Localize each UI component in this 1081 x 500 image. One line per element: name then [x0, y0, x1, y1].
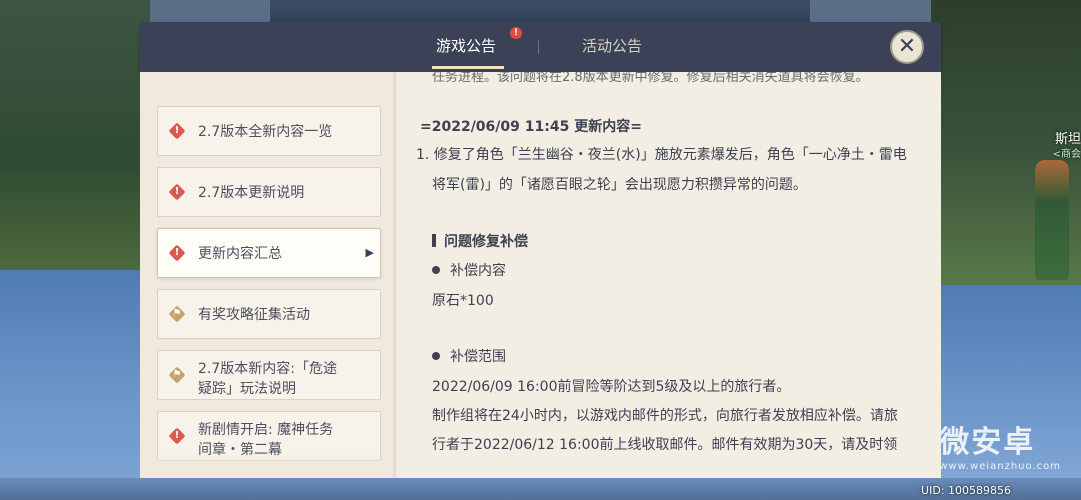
content-fade	[396, 454, 941, 478]
announcement-content[interactable]: 任务进程。该问题将在2.8版本更新中修复。修复后相关消失道具将会恢复。 =202…	[396, 72, 941, 478]
watermark: 微安卓 www.weianzhuo.com	[893, 417, 1061, 472]
update-item-1-line2: 将军(雷)」的「诸愿百眼之轮」会出现愿力积攒异常的问题。	[432, 177, 807, 193]
bullet-icon	[432, 352, 440, 360]
bullet-heading: 补偿范围	[432, 346, 506, 366]
active-tab-indicator	[432, 66, 504, 69]
npc-character[interactable]	[1035, 160, 1069, 280]
close-button[interactable]: ✕	[890, 30, 924, 64]
bullet-icon	[432, 266, 440, 274]
compensation-content: 原石*100	[432, 293, 494, 309]
uid-label: UID: 100589856	[921, 484, 1011, 497]
list-item-label: 2.7版本全新内容一览	[198, 124, 333, 140]
tab-event-announcements[interactable]: 活动公告	[582, 35, 642, 56]
npc-subtitle-label: <商会	[1052, 149, 1081, 160]
section-heading-text: 问题修复补偿	[444, 234, 528, 250]
list-item-label: 2.7版本新内容:「危途 疑踪」玩法说明	[198, 359, 360, 399]
background-foliage-left	[0, 0, 150, 270]
compensation-note-line2: 行者于2022/06/12 16:00前上线收取邮件。邮件有效期为30天，请及时…	[432, 437, 898, 453]
list-item-label: 有奖攻略征集活动	[198, 307, 310, 323]
compensation-scope: 2022/06/09 16:00前冒险等阶达到5级及以上的旅行者。	[432, 379, 791, 395]
update-item-1-line1: 1. 修复了角色「兰生幽谷・夜兰(水)」施放元素爆发后，角色「一心净土・雷电	[416, 147, 907, 163]
section-bar-icon	[432, 234, 436, 247]
list-item-label-line1: 2.7版本新内容:「危途	[198, 361, 337, 377]
list-item-label-line1: 新剧情开启: 魔神任务	[198, 422, 334, 438]
list-item-label-line2: 疑踪」玩法说明	[198, 381, 296, 397]
watermark-url: www.weianzhuo.com	[939, 461, 1061, 472]
red-alert-icon: !	[168, 183, 186, 201]
announcement-panel: 游戏公告 ! 活动公告 ✕ ! 2.7版本全新内容一览 ! 2.7版本更新说明 …	[140, 22, 941, 478]
selected-arrow-icon: ▶	[365, 246, 374, 259]
announcement-list: ! 2.7版本全新内容一览 ! 2.7版本更新说明 ! 更新内容汇总 ▶ ⚑ 有…	[140, 72, 396, 478]
list-item-announcement[interactable]: ! 2.7版本更新说明	[157, 167, 381, 217]
tab-divider	[538, 40, 539, 54]
tan-flag-icon: ⚑	[168, 305, 186, 323]
tan-flag-icon: ⚑	[168, 366, 186, 384]
content-text-clipped: 任务进程。该问题将在2.8版本更新中修复。修复后相关消失道具将会恢复。	[432, 72, 869, 85]
bullet-text: 补偿范围	[450, 349, 506, 365]
list-item-announcement[interactable]: ! 2.7版本全新内容一览	[157, 106, 381, 156]
red-alert-icon: !	[168, 122, 186, 140]
list-item-label: 更新内容汇总	[198, 246, 282, 262]
list-item-announcement[interactable]: ⚑ 有奖攻略征集活动	[157, 289, 381, 339]
background-ground-bottom	[0, 478, 1081, 500]
red-alert-icon: !	[168, 427, 186, 445]
background-ground-left	[0, 270, 150, 500]
list-item-label: 2.7版本更新说明	[198, 185, 305, 201]
watermark-text: 微安卓	[939, 425, 1036, 460]
section-heading: 问题修复补偿	[432, 231, 528, 251]
list-fade	[140, 452, 396, 478]
list-item-announcement[interactable]: ⚑ 2.7版本新内容:「危途 疑踪」玩法说明	[157, 350, 381, 400]
notification-badge: !	[510, 27, 522, 39]
close-icon: ✕	[897, 34, 917, 59]
compensation-note-line1: 制作组将在24小时内，以游戏内邮件的形式，向旅行者发放相应补偿。请旅	[432, 408, 898, 424]
update-title: =2022/06/09 11:45 更新内容=	[420, 119, 642, 135]
tab-game-announcements[interactable]: 游戏公告	[436, 35, 496, 56]
announcement-header: 游戏公告 ! 活动公告 ✕	[140, 22, 941, 72]
bullet-heading: 补偿内容	[432, 260, 506, 280]
bullet-text: 补偿内容	[450, 263, 506, 279]
red-alert-icon: !	[168, 244, 186, 262]
list-item-announcement-selected[interactable]: ! 更新内容汇总 ▶	[157, 228, 381, 278]
